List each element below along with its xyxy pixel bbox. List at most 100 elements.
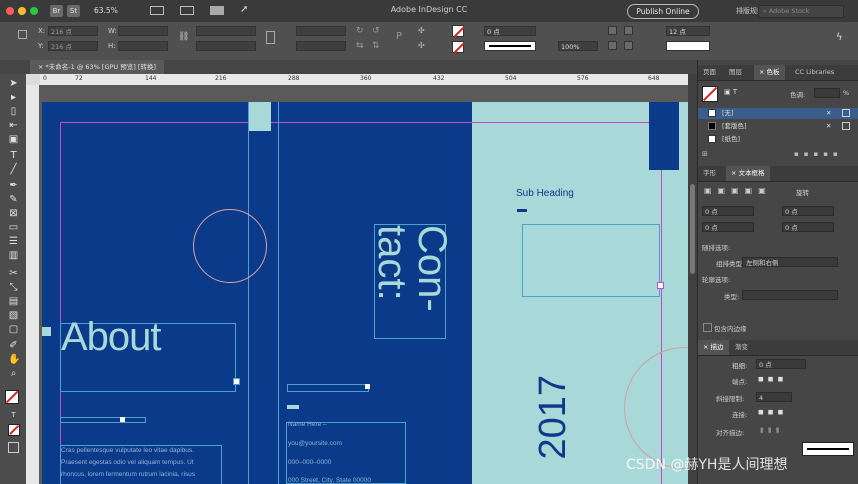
join-style-icons[interactable]: ◼◼◼ [758,408,787,416]
rotation-input[interactable] [296,26,346,36]
screen-mode-tool-icon[interactable] [8,442,19,453]
corner-blue-block[interactable] [649,102,679,170]
scroll-thumb[interactable] [690,184,695,274]
free-transform-tool-icon[interactable]: ⤡ [8,282,19,293]
stroke-swatch-icon[interactable] [452,41,465,54]
top-tab-block[interactable] [249,102,271,131]
apply-none-icon[interactable] [8,424,20,436]
close-icon[interactable]: × [703,343,708,351]
fill-swatch-icon[interactable] [452,25,465,38]
flip-horizontal-icon[interactable]: ⇆ [356,41,364,51]
cap-style-icons[interactable]: ◼◼◼ [758,375,787,383]
wrap-around-icon[interactable] [608,41,617,50]
tab-gradient[interactable]: 渐变 [730,340,753,355]
tab-text-frame-grid[interactable]: × 文本框格 [726,166,770,181]
fit-frame-icon[interactable] [624,26,633,35]
vertical-scrollbar[interactable] [688,74,697,484]
select-container-icon[interactable]: ✣ [418,26,425,35]
tab-layers[interactable]: 图层 [724,65,747,80]
corner-shape-dropdown[interactable] [666,41,710,51]
sub-heading[interactable]: Sub Heading [516,188,574,199]
select-content-icon[interactable]: ✣ [418,41,425,50]
frame-handle[interactable] [120,417,125,422]
tab-stroke[interactable]: × 描边 [698,340,729,355]
constrain-scale-icon[interactable] [266,31,275,44]
stroke-weight-input[interactable]: 0 点 [484,26,536,36]
corner-size-input[interactable]: 12 点 [666,26,710,36]
rotate-cw-icon[interactable]: ↻ [356,26,364,36]
tab-glyphs[interactable]: 字形 [698,166,721,181]
about-heading[interactable]: About [61,315,162,360]
include-inside-checkbox[interactable] [703,323,712,332]
vertical-grid-tool-icon[interactable]: ▥ [8,250,19,261]
show-all-swatches-icon[interactable]: ⊞ [702,150,708,158]
content-collector-icon[interactable]: ▣ [8,134,19,145]
line-tool-icon[interactable]: ╱ [8,164,19,175]
gradient-swatch-tool-icon[interactable]: ▤ [8,296,19,307]
tab-swatches[interactable]: × 色板 [754,65,785,80]
formatting-text-icon[interactable]: T [8,410,19,421]
page-tool-icon[interactable]: ▯ [8,106,19,117]
swatch-row[interactable]: [套版色] ✕ [698,121,858,132]
contact-heading[interactable]: Con- tact: [370,225,454,345]
stroke-type-preview[interactable] [802,442,854,456]
frame-handle[interactable] [365,384,370,389]
type-tool-icon[interactable]: T [8,150,19,161]
note-tool-icon[interactable]: ▢ [8,324,19,335]
align-stroke-icons[interactable]: ▮▮▮ [760,426,784,434]
fill-stroke-icon[interactable] [702,86,718,102]
tab-pages[interactable]: 页面 [698,65,721,80]
y-input[interactable]: 216 点 [48,41,98,51]
h-input[interactable] [118,41,168,51]
horizontal-grid-tool-icon[interactable]: ☰ [8,236,19,247]
about-rule-frame[interactable] [60,417,146,423]
rotate-ccw-icon[interactable]: ↺ [372,26,380,36]
selection-tool-icon[interactable]: ➤ [8,78,19,89]
fit-content-icon[interactable] [624,41,633,50]
hand-tool-icon[interactable]: ✋ [8,354,20,365]
swatch-actions[interactable]: ▪▪▪▪▪ [794,150,843,158]
rectangle-frame-tool-icon[interactable]: ⊠ [8,208,19,219]
document-canvas[interactable]: About Con- tact: Sub Heading 2017 Cras p… [39,85,688,484]
right-offset-input[interactable]: 0 点 [782,222,834,232]
stroke-type-dropdown[interactable] [484,41,536,51]
teal-text-frame[interactable] [522,224,660,297]
constrain-proportions-icon[interactable]: ⛓ [178,32,189,42]
scale-x-input[interactable] [196,26,256,36]
stock-search-input[interactable]: ⌕ Adobe Stock [758,5,844,18]
x-input[interactable]: 216 点 [48,26,98,36]
wrap-to-dropdown[interactable]: 左侧和右侧 [742,257,838,267]
lightning-icon[interactable]: ϟ [836,32,843,43]
left-offset-input[interactable]: 0 点 [782,206,834,216]
year-text[interactable]: 2017 [532,375,575,460]
vertical-ruler[interactable] [26,85,40,484]
circle-shape[interactable] [193,209,267,283]
shear-input[interactable] [296,41,346,51]
frame-handle[interactable] [657,282,664,289]
flip-vertical-icon[interactable]: ⇅ [372,41,380,51]
top-offset-input[interactable]: 0 点 [702,206,754,216]
direct-selection-tool-icon[interactable]: ▸ [8,92,19,103]
scissors-tool-icon[interactable]: ✂ [8,268,19,279]
text-wrap-icon[interactable] [608,26,617,35]
formatting-container-icon[interactable]: ▣ T [724,88,737,96]
zoom-tool-icon[interactable]: ⌕ [8,368,19,379]
eyedropper-tool-icon[interactable]: ✐ [8,340,19,351]
w-input[interactable] [118,26,168,36]
contact-details-frame[interactable] [286,422,406,484]
close-icon[interactable]: × [759,68,764,76]
swatch-row[interactable]: [无] ✕ [698,108,858,119]
tint-input[interactable] [814,88,840,98]
stroke-weight-field[interactable]: 0 点 [756,359,806,369]
bottom-offset-input[interactable]: 0 点 [702,222,754,232]
close-icon[interactable]: × [731,169,736,177]
frame-handle[interactable] [233,378,240,385]
pencil-tool-icon[interactable]: ✎ [8,194,19,205]
publish-online-button[interactable]: Publish Online [627,4,699,19]
gradient-feather-tool-icon[interactable]: ▧ [8,310,19,321]
scale-y-input[interactable] [196,41,256,51]
tab-cc-libraries[interactable]: CC Libraries [790,65,839,80]
document-tab[interactable]: × *未命名-1 @ 63% [GPU 预览] [转换] [30,60,164,74]
pen-tool-icon[interactable]: ✒ [8,180,19,191]
rule-frame[interactable] [287,384,369,392]
